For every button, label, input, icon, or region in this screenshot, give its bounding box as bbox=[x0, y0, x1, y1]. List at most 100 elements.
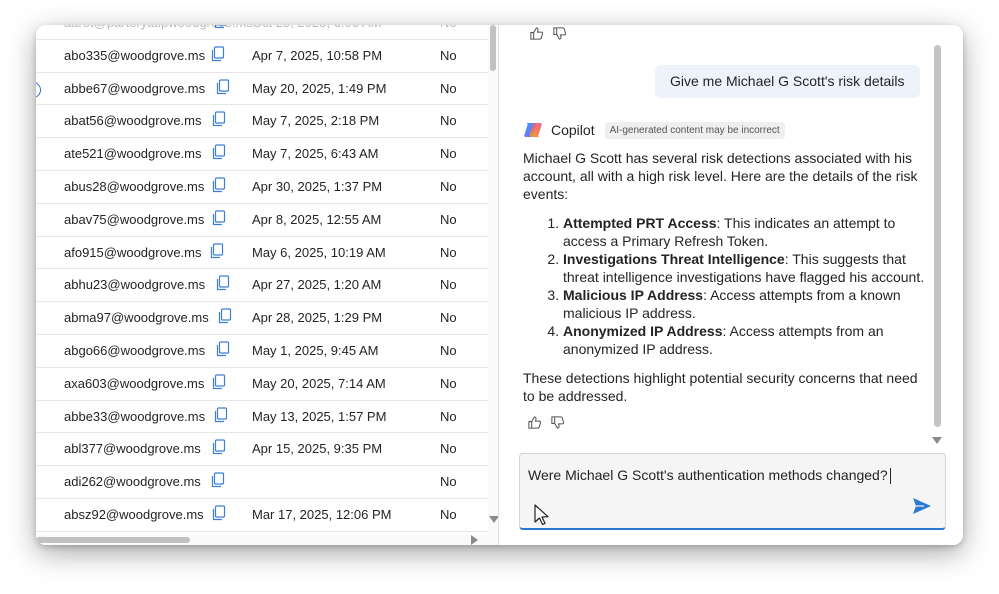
flag-value: No bbox=[440, 47, 457, 63]
table-row[interactable]: abat56@woodgrove.ms May 7, 2025, 2:18 PM N… bbox=[36, 105, 488, 139]
flag-value: No bbox=[440, 113, 457, 129]
last-date: May 7, 2025, 6:43 AM bbox=[252, 146, 379, 162]
copy-icon[interactable] bbox=[216, 341, 230, 357]
last-date: May 20, 2025, 7:14 AM bbox=[252, 375, 386, 391]
mouse-pointer-icon bbox=[534, 504, 549, 526]
flag-value: No bbox=[440, 506, 457, 522]
last-date: Apr 30, 2025, 1:37 PM bbox=[252, 178, 383, 194]
flag-value: No bbox=[440, 342, 457, 358]
copilot-pane: Give me Michael G Scott's risk details C… bbox=[499, 25, 963, 545]
risk-detection-item: Investigations Threat Intelligence: This… bbox=[563, 250, 931, 286]
copy-icon[interactable] bbox=[212, 505, 226, 521]
table-row[interactable]: abbe67@woodgrove.ms May 20, 2025, 1:49 PM… bbox=[36, 73, 488, 106]
table-row[interactable]: abgo66@woodgrove.ms May 1, 2025, 9:45 AM N… bbox=[36, 335, 488, 368]
ai-disclaimer-badge: AI-generated content may be incorrect bbox=[604, 121, 785, 139]
chat-input-box[interactable]: Were Michael G Scott's authentication me… bbox=[519, 453, 946, 530]
last-date: Oct 29, 2025, 6:06 AM bbox=[252, 25, 381, 30]
last-date: May 13, 2025, 1:57 PM bbox=[252, 408, 387, 424]
user-email: abo335@woodgrove.ms bbox=[64, 47, 206, 63]
flag-value: No bbox=[440, 408, 457, 424]
user-email: abbe67@woodgrove.ms bbox=[64, 80, 206, 96]
flag-value: No bbox=[440, 310, 457, 326]
last-date: May 7, 2025, 2:18 PM bbox=[252, 113, 380, 129]
copilot-header: Copilot AI-generated content may be inco… bbox=[523, 120, 785, 140]
table-row[interactable]: abbe33@woodgrove.ms May 13, 2025, 1:57 PM… bbox=[36, 401, 488, 434]
table-row[interactable]: aarot@parterytaipwoodgrove.msOct 29, 202… bbox=[36, 25, 488, 40]
table-row[interactable]: axa603@woodgrove.ms May 20, 2025, 7:14 AM… bbox=[36, 368, 488, 401]
flag-value: No bbox=[440, 211, 457, 227]
flag-value: No bbox=[440, 244, 457, 260]
chat-scrollbar[interactable] bbox=[932, 45, 942, 445]
table-vertical-scrollbar[interactable] bbox=[488, 25, 498, 535]
table-row[interactable]: adi262@woodgrove.ms No bbox=[36, 466, 488, 499]
user-email: abma97@woodgrove.ms bbox=[64, 310, 209, 326]
copy-icon[interactable] bbox=[212, 177, 226, 193]
table-row[interactable]: abus28@woodgrove.ms Apr 30, 2025, 1:37 PM… bbox=[36, 171, 488, 204]
table-row[interactable]: abo335@woodgrove.ms Apr 7, 2025, 10:58 PM… bbox=[36, 40, 488, 73]
user-email: adi262@woodgrove.ms bbox=[64, 474, 201, 490]
copy-icon[interactable] bbox=[218, 308, 232, 324]
copy-icon[interactable] bbox=[212, 111, 226, 127]
user-email: axa603@woodgrove.ms bbox=[64, 375, 205, 391]
copy-icon[interactable] bbox=[211, 46, 225, 62]
copy-icon[interactable] bbox=[214, 406, 228, 423]
user-email: abus28@woodgrove.ms bbox=[64, 178, 205, 194]
chat-scroll-down-icon[interactable] bbox=[932, 437, 942, 444]
send-icon[interactable] bbox=[912, 497, 932, 515]
last-date: Apr 7, 2025, 10:58 PM bbox=[252, 47, 383, 63]
thumbs-down-icon[interactable] bbox=[550, 415, 565, 430]
table-row[interactable]: afo915@woodgrove.ms May 6, 2025, 10:19 AM… bbox=[36, 237, 488, 270]
thumbs-up-icon[interactable] bbox=[527, 415, 542, 430]
chat-scroll-thumb[interactable] bbox=[934, 45, 941, 427]
user-email: abbe33@woodgrove.ms bbox=[64, 408, 206, 424]
user-email: abgo66@woodgrove.ms bbox=[64, 342, 206, 358]
previous-feedback-buttons bbox=[529, 26, 567, 41]
table-horizontal-scroll-thumb[interactable] bbox=[36, 537, 190, 543]
user-email: afo915@woodgrove.ms bbox=[64, 244, 202, 260]
users-table: aarot@parterytaipwoodgrove.msOct 29, 202… bbox=[36, 25, 488, 545]
copilot-logo-icon bbox=[524, 123, 542, 137]
thumbs-down-icon[interactable] bbox=[552, 26, 567, 41]
copy-icon[interactable] bbox=[211, 472, 225, 488]
flag-value: No bbox=[440, 277, 457, 293]
last-date: Apr 28, 2025, 1:29 PM bbox=[252, 310, 383, 326]
user-message-bubble: Give me Michael G Scott's risk details bbox=[655, 65, 920, 98]
table-row[interactable]: abma97@woodgrove.ms Apr 28, 2025, 1:29 PM… bbox=[36, 302, 488, 335]
copilot-answer: Michael G Scott has several risk detecti… bbox=[523, 149, 931, 405]
last-date: Mar 17, 2025, 12:06 PM bbox=[252, 506, 392, 522]
copy-icon[interactable] bbox=[212, 210, 226, 226]
table-row[interactable]: absz92@woodgrove.ms Mar 17, 2025, 12:06 P… bbox=[36, 499, 488, 532]
copilot-name: Copilot bbox=[551, 122, 595, 138]
risk-detection-item: Malicious IP Address: Access attempts fr… bbox=[563, 286, 931, 322]
copy-icon[interactable] bbox=[212, 374, 226, 390]
copy-icon[interactable] bbox=[210, 242, 224, 259]
table-row[interactable]: ate521@woodgrove.ms May 7, 2025, 6:43 AM N… bbox=[36, 138, 488, 171]
risk-detection-item: Attempted PRT Access: This indicates an … bbox=[563, 214, 931, 250]
copy-icon[interactable] bbox=[216, 78, 230, 95]
text-caret bbox=[889, 468, 891, 485]
answer-feedback-buttons bbox=[527, 415, 565, 430]
chat-input-field[interactable]: Were Michael G Scott's authentication me… bbox=[528, 467, 891, 485]
table-row[interactable]: abav75@woodgrove.ms Apr 8, 2025, 12:55 AM… bbox=[36, 204, 488, 237]
table-vertical-scroll-thumb[interactable] bbox=[490, 25, 496, 71]
scroll-right-arrow-icon[interactable] bbox=[471, 535, 478, 545]
flag-value: No bbox=[440, 375, 457, 391]
scroll-down-arrow-icon[interactable] bbox=[489, 516, 498, 523]
flag-value: No bbox=[440, 178, 457, 194]
app-window: aarot@parterytaipwoodgrove.msOct 29, 202… bbox=[36, 25, 963, 545]
table-row[interactable]: abhu23@woodgrove.ms Apr 27, 2025, 1:20 AM… bbox=[36, 269, 488, 303]
table-row[interactable]: abl377@woodgrove.ms Apr 15, 2025, 9:35 PM… bbox=[36, 433, 488, 467]
user-email: ate521@woodgrove.ms bbox=[64, 146, 202, 162]
user-email: abat56@woodgrove.ms bbox=[64, 113, 202, 129]
row-selection-edge bbox=[36, 81, 41, 98]
copy-icon[interactable] bbox=[216, 275, 230, 291]
flag-value: No bbox=[440, 146, 457, 162]
risk-detection-item: Anonymized IP Address: Access attempts f… bbox=[563, 322, 931, 358]
copy-icon[interactable] bbox=[214, 25, 228, 29]
copy-icon[interactable] bbox=[212, 144, 226, 160]
thumbs-up-icon[interactable] bbox=[529, 26, 544, 41]
answer-outro: These detections highlight potential sec… bbox=[523, 370, 918, 404]
copy-icon[interactable] bbox=[212, 439, 226, 455]
table-horizontal-scrollbar[interactable] bbox=[36, 535, 498, 545]
risk-detections-list: Attempted PRT Access: This indicates an … bbox=[523, 214, 931, 358]
